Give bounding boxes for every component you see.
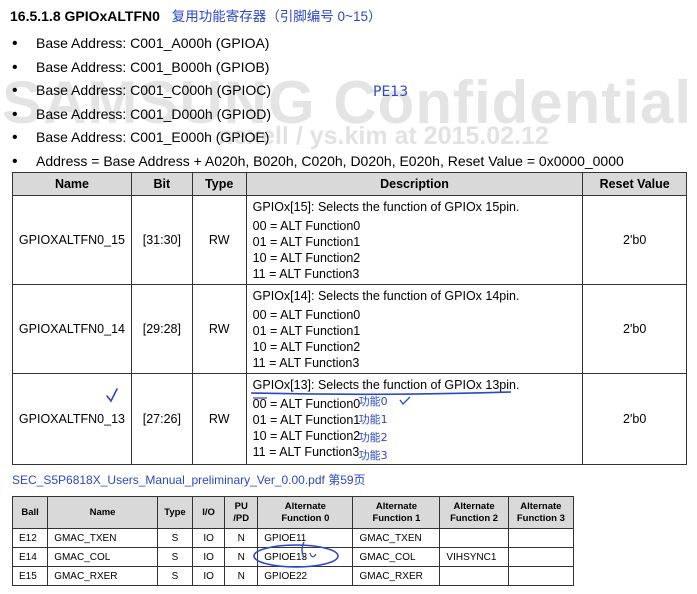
function-note: 功能0 — [358, 395, 388, 408]
pe13-annotation: PE13 — [373, 84, 409, 100]
register-name-text: GPIOXALTFN0_13 — [18, 412, 125, 426]
check-mark-icon — [106, 388, 118, 403]
source-document-link[interactable]: SEC_S5P6818X_Users_Manual_preliminary_Ve… — [12, 471, 366, 488]
list-item: Base Address: C001_E000h (GPIOE) — [12, 126, 624, 150]
pin-cell — [439, 566, 509, 586]
function-note: 功能2 — [358, 431, 388, 444]
pin-cell: S — [156, 528, 194, 548]
header-reset-value: Reset Value — [582, 172, 687, 196]
pin-cell: GMAC_RXER — [47, 566, 158, 586]
description-line: 11 = ALT Function3 — [252, 356, 360, 370]
pin-cell: S — [156, 566, 194, 586]
description-line: GPIOx[15]: Selects the function of GPIOx… — [252, 200, 520, 214]
pin-cell — [439, 528, 509, 548]
pin-cell: E15 — [11, 566, 49, 586]
section-heading: 16.5.1.8 GPIOxALTFN0 复用功能寄存器（引脚编号 0~15） — [10, 5, 381, 25]
pin-cell: IO — [192, 528, 226, 548]
header-alt0: Alternate Function 0 — [257, 496, 354, 529]
header-ball: Ball — [11, 496, 49, 529]
pin-cell: GMAC_COL — [47, 547, 158, 567]
table-row: GPIOXALTFN0_14 [29:28] RW GPIOx[14]: Sel… — [12, 284, 687, 374]
header-type: Type — [156, 496, 194, 529]
pin-cell: GMAC_TXEN — [47, 528, 158, 548]
register-description: GPIOx[13]: Selects the function of GPIOx… — [245, 373, 584, 465]
register-description: GPIOx[14]: Selects the function of GPIOx… — [245, 284, 584, 374]
pin-cell: VIHSYNC1 — [439, 547, 509, 567]
description-line: 00 = ALT Function0 — [252, 308, 361, 322]
header-alt1: Alternate Function 1 — [352, 496, 441, 529]
header-description: Description — [245, 172, 584, 196]
pin-cell: GMAC_RXER — [352, 566, 441, 586]
description-line: GPIOx[14]: Selects the function of GPIOx… — [252, 289, 520, 303]
pin-cell: IO — [192, 566, 226, 586]
header-alt3: Alternate Function 3 — [507, 496, 575, 529]
description-line: 10 = ALT Function2 — [252, 429, 361, 443]
register-bit: [27:26] — [130, 373, 193, 465]
function-note: 功能3 — [358, 449, 388, 462]
table-header-row: Name Bit Type Description Reset Value — [12, 172, 687, 196]
pin-cell: S — [156, 547, 194, 567]
pin-cell: E12 — [11, 528, 49, 548]
table-row: GPIOXALTFN0_13 [27:26] RW GPIOx[13]: Sel… — [12, 373, 687, 465]
pin-cell — [507, 547, 575, 567]
register-name: GPIOXALTFN0_13 — [12, 373, 132, 465]
register-table: Name Bit Type Description Reset Value GP… — [12, 172, 687, 465]
register-description: GPIOx[15]: Selects the function of GPIOx… — [245, 195, 584, 285]
pin-cell — [507, 566, 575, 586]
pin-cell: GMAC_TXEN — [352, 528, 441, 548]
section-title: 16.5.1.8 GPIOxALTFN0 — [10, 8, 160, 24]
check-mark-icon — [399, 396, 411, 405]
header-type: Type — [191, 172, 247, 196]
function-note: 功能1 — [358, 413, 388, 426]
header-name: Name — [12, 172, 132, 196]
circle-annotation — [253, 541, 340, 568]
header-io: I/O — [192, 496, 226, 529]
list-item: Address = Base Address + A020h, B020h, C… — [12, 150, 624, 174]
list-item: Base Address: C001_B000h (GPIOB) — [12, 56, 624, 80]
description-line: 11 = ALT Function3 — [252, 267, 360, 281]
register-reset: 2'b0 — [582, 195, 687, 285]
table-row: GPIOXALTFN0_15 [31:30] RW GPIOx[15]: Sel… — [12, 195, 687, 285]
description-line: 11 = ALT Function3 — [252, 445, 360, 459]
header-bit: Bit — [130, 172, 193, 196]
description-line: 10 = ALT Function2 — [252, 251, 361, 265]
register-reset: 2'b0 — [582, 284, 687, 374]
register-bit: [29:28] — [130, 284, 193, 374]
list-item: Base Address: C001_A000h (GPIOA) — [12, 32, 624, 56]
description-line: 10 = ALT Function2 — [252, 340, 361, 354]
register-name: GPIOXALTFN0_14 — [12, 284, 132, 374]
register-name: GPIOXALTFN0_15 — [12, 195, 132, 285]
register-bit: [31:30] — [130, 195, 193, 285]
pin-cell: E14 — [11, 547, 49, 567]
description-line: 01 = ALT Function1 — [252, 413, 361, 427]
pin-header-row: Ball Name Type I/O PU /PD Alternate Func… — [11, 496, 575, 529]
description-line: 01 = ALT Function1 — [252, 324, 361, 338]
header-alt2: Alternate Function 2 — [439, 496, 509, 529]
list-item: Base Address: C001_D000h (GPIOD) — [12, 103, 624, 127]
list-item: Base Address: C001_C000h (GPIOC) — [12, 79, 624, 103]
register-type: RW — [191, 373, 247, 465]
register-reset: 2'b0 — [582, 373, 687, 465]
pin-table: Ball Name Type I/O PU /PD Alternate Func… — [11, 496, 575, 586]
heading-annotation: 复用功能寄存器（引脚编号 0~15） — [171, 9, 382, 24]
address-list: Base Address: C001_A000h (GPIOA) Base Ad… — [12, 32, 624, 173]
table-row: E14 GMAC_COL S IO N GPIOE13 GMAC_COL VIH… — [11, 541, 575, 568]
register-type: RW — [191, 284, 247, 374]
pin-cell: GPIOE13 — [253, 541, 354, 568]
pin-cell: GMAC_COL — [352, 547, 441, 567]
description-line: 00 = ALT Function0 — [252, 219, 361, 233]
header-pupd: PU /PD — [224, 496, 259, 529]
pin-cell — [507, 528, 575, 548]
header-name: Name — [47, 496, 158, 529]
description-line: 01 = ALT Function1 — [252, 235, 361, 249]
pin-cell: IO — [192, 547, 226, 567]
register-type: RW — [191, 195, 247, 285]
